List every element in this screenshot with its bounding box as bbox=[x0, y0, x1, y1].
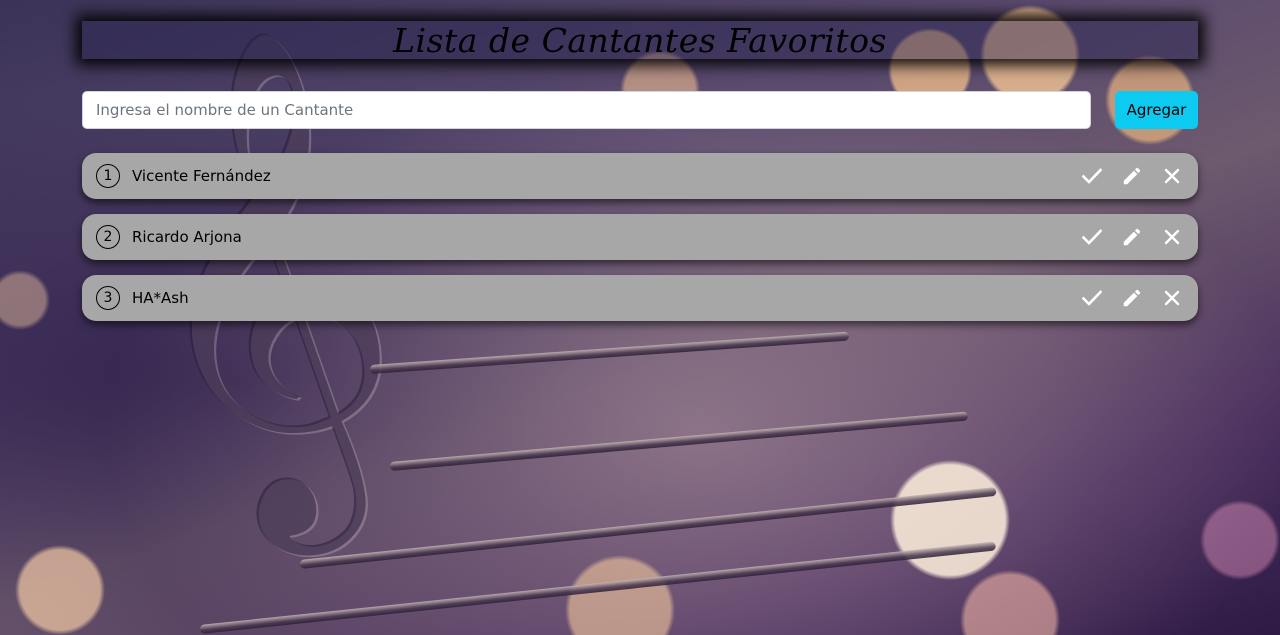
pencil-icon[interactable] bbox=[1120, 286, 1144, 310]
item-actions bbox=[1080, 164, 1184, 188]
check-icon[interactable] bbox=[1080, 286, 1104, 310]
page-title: Lista de Cantantes Favoritos bbox=[393, 20, 887, 60]
item-number-badge: 2 bbox=[96, 225, 120, 249]
close-icon[interactable] bbox=[1160, 225, 1184, 249]
staff-line-decoration bbox=[389, 411, 969, 471]
list-item: 2 Ricardo Arjona bbox=[82, 214, 1198, 260]
item-actions bbox=[1080, 286, 1184, 310]
pencil-icon[interactable] bbox=[1120, 164, 1144, 188]
pencil-icon[interactable] bbox=[1120, 225, 1144, 249]
staff-line-decoration bbox=[369, 331, 850, 374]
list-item: 3 HA*Ash bbox=[82, 275, 1198, 321]
singer-list: 1 Vicente Fernández 2 Ricardo Arjona 3 H… bbox=[82, 153, 1198, 336]
singer-name-input[interactable] bbox=[82, 91, 1091, 129]
close-icon[interactable] bbox=[1160, 286, 1184, 310]
singer-name: Vicente Fernández bbox=[132, 167, 271, 185]
page-header: Lista de Cantantes Favoritos bbox=[82, 20, 1198, 60]
singer-name: HA*Ash bbox=[132, 289, 189, 307]
singer-name: Ricardo Arjona bbox=[132, 228, 242, 246]
staff-line-decoration bbox=[199, 541, 997, 634]
list-item: 1 Vicente Fernández bbox=[82, 153, 1198, 199]
add-singer-button[interactable]: Agregar bbox=[1115, 91, 1198, 129]
check-icon[interactable] bbox=[1080, 164, 1104, 188]
item-actions bbox=[1080, 225, 1184, 249]
close-icon[interactable] bbox=[1160, 164, 1184, 188]
item-number-badge: 1 bbox=[96, 164, 120, 188]
check-icon[interactable] bbox=[1080, 225, 1104, 249]
item-number-badge: 3 bbox=[96, 286, 120, 310]
